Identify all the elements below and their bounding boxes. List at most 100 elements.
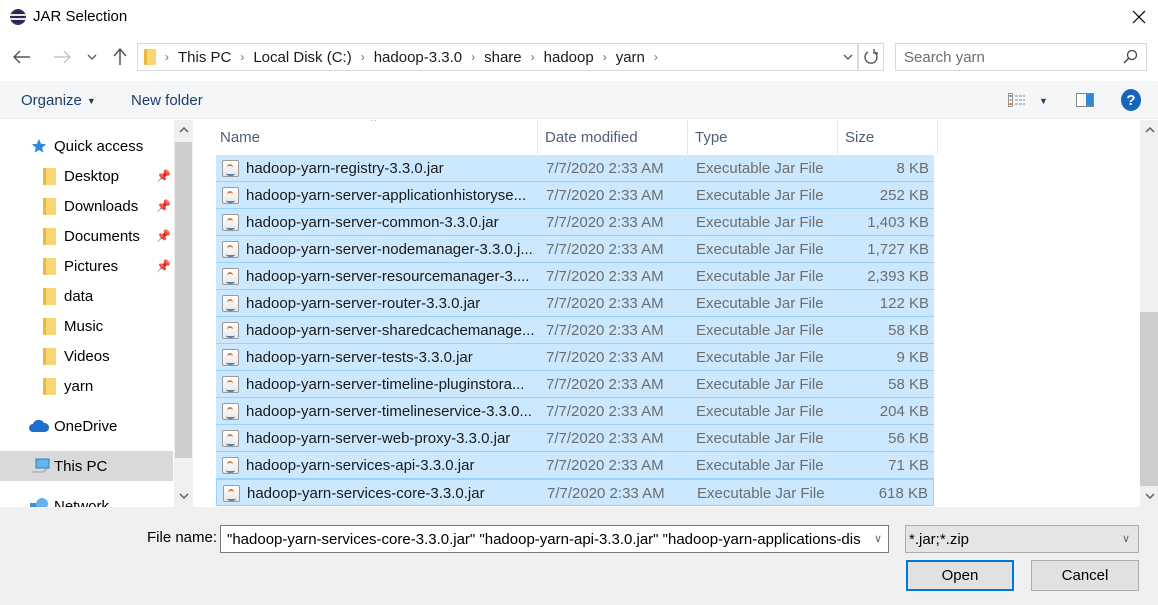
address-history-dropdown[interactable] — [838, 43, 858, 71]
jar-file-icon — [222, 214, 239, 231]
breadcrumb-share[interactable]: share — [484, 49, 522, 66]
file-list: ⌃ Name Date modified Type Size hadoop-ya… — [194, 120, 1140, 507]
pin-icon[interactable]: 📌 — [156, 229, 171, 243]
sidebar-item-onedrive[interactable]: OneDrive — [0, 411, 173, 441]
file-row[interactable]: hadoop-yarn-server-resourcemanager-3....… — [216, 263, 934, 290]
file-type: Executable Jar File — [696, 241, 824, 258]
back-button[interactable] — [8, 44, 36, 70]
breadcrumb-hadoop[interactable]: hadoop — [544, 49, 594, 66]
file-row[interactable]: hadoop-yarn-server-sharedcachemanage... 7… — [216, 317, 934, 344]
file-row[interactable]: hadoop-yarn-server-tests-3.3.0.jar 7/7/20… — [216, 344, 934, 371]
folder-icon — [43, 378, 56, 395]
file-row[interactable]: hadoop-yarn-server-common-3.3.0.jar 7/7/2… — [216, 209, 934, 236]
chevron-right-icon[interactable]: › — [603, 50, 607, 64]
help-icon[interactable]: ? — [1121, 89, 1141, 111]
window-title: JAR Selection — [33, 8, 128, 25]
close-button[interactable] — [1120, 0, 1158, 34]
sidebar-item-network[interactable]: Network — [0, 491, 173, 507]
navigation-pane-scrollbar[interactable] — [174, 120, 193, 507]
sidebar-item-data[interactable]: data — [0, 281, 173, 311]
folder-icon — [144, 49, 156, 65]
chevron-down-icon — [843, 54, 853, 60]
column-header-date-modified[interactable]: Date modified — [538, 120, 688, 154]
file-size: 2,393 KB — [867, 268, 929, 285]
file-size: 71 KB — [888, 457, 929, 474]
videos-folder-icon — [43, 348, 56, 365]
up-button[interactable] — [108, 44, 132, 70]
chevron-right-icon[interactable]: › — [471, 50, 475, 64]
recent-locations-button[interactable] — [84, 44, 100, 70]
sidebar-item-videos[interactable]: Videos — [0, 341, 173, 371]
file-name-input[interactable] — [221, 526, 861, 552]
refresh-button[interactable] — [858, 43, 884, 71]
file-type-filter-select[interactable]: *.jar;*.zip ∨ — [905, 525, 1139, 553]
file-row[interactable]: hadoop-yarn-server-web-proxy-3.3.0.jar 7/… — [216, 425, 934, 452]
file-type-filter-value: *.jar;*.zip — [909, 531, 970, 548]
scroll-down-icon[interactable] — [174, 486, 193, 506]
file-list-scrollbar[interactable] — [1140, 120, 1158, 507]
file-row[interactable]: hadoop-yarn-registry-3.3.0.jar 7/7/2020 2… — [216, 155, 934, 182]
pin-icon[interactable]: 📌 — [156, 199, 171, 213]
scrollbar-thumb[interactable] — [1140, 312, 1158, 486]
chevron-right-icon[interactable]: › — [240, 50, 244, 64]
column-header-size[interactable]: Size — [838, 120, 938, 154]
star-icon — [31, 138, 47, 153]
file-row[interactable]: hadoop-yarn-server-applicationhistoryse.… — [216, 182, 934, 209]
file-type: Executable Jar File — [696, 376, 824, 393]
file-size: 122 KB — [879, 295, 929, 312]
scroll-down-icon[interactable] — [1140, 486, 1158, 506]
pin-icon[interactable]: 📌 — [156, 259, 171, 273]
address-bar[interactable]: › This PC › Local Disk (C:) › hadoop-3.3… — [137, 43, 858, 71]
sidebar-item-documents[interactable]: Documents 📌 — [0, 221, 173, 251]
file-row[interactable]: hadoop-yarn-server-nodemanager-3.3.0.j..… — [216, 236, 934, 263]
file-row[interactable]: hadoop-yarn-services-core-3.3.0.jar 7/7/2… — [216, 479, 934, 506]
cancel-button[interactable]: Cancel — [1031, 560, 1139, 591]
breadcrumb-hadoop-3-3-0[interactable]: hadoop-3.3.0 — [374, 49, 462, 66]
file-row[interactable]: hadoop-yarn-services-api-3.3.0.jar 7/7/20… — [216, 452, 934, 479]
open-button[interactable]: Open — [906, 560, 1014, 591]
chevron-right-icon[interactable]: › — [361, 50, 365, 64]
search-box[interactable] — [895, 43, 1147, 71]
file-name: hadoop-yarn-registry-3.3.0.jar — [246, 160, 444, 177]
file-size: 58 KB — [888, 376, 929, 393]
sidebar-item-yarn[interactable]: yarn — [0, 371, 173, 401]
file-date-modified: 7/7/2020 2:33 AM — [546, 430, 664, 447]
refresh-icon — [864, 49, 878, 64]
sidebar-item-quick-access[interactable]: Quick access — [0, 131, 173, 161]
pin-icon[interactable]: 📌 — [156, 169, 171, 183]
file-name-combobox[interactable]: ∨ — [220, 525, 889, 553]
file-type: Executable Jar File — [696, 457, 824, 474]
sidebar-label: Music — [64, 317, 104, 335]
file-row[interactable]: hadoop-yarn-server-timeline-pluginstora.… — [216, 371, 934, 398]
new-folder-button[interactable]: New folder — [131, 92, 203, 109]
file-date-modified: 7/7/2020 2:33 AM — [546, 160, 664, 177]
sidebar-item-this-pc[interactable]: This PC — [0, 451, 173, 481]
scroll-up-icon[interactable] — [174, 120, 193, 140]
column-header-type[interactable]: Type — [688, 120, 838, 154]
breadcrumb-yarn[interactable]: yarn — [616, 49, 645, 66]
breadcrumb-this-pc[interactable]: This PC — [178, 49, 231, 66]
organize-button[interactable]: Organize ▼ — [21, 92, 96, 109]
arrow-up-icon — [113, 48, 127, 65]
file-row[interactable]: hadoop-yarn-server-router-3.3.0.jar 7/7/2… — [216, 290, 934, 317]
scroll-up-icon[interactable] — [1140, 120, 1158, 140]
sidebar-item-music[interactable]: Music — [0, 311, 173, 341]
preview-pane-icon[interactable] — [1076, 93, 1094, 107]
chevron-right-icon[interactable]: › — [654, 50, 658, 64]
search-input[interactable] — [904, 44, 1114, 70]
scrollbar-thumb[interactable] — [175, 142, 192, 458]
view-options-icon[interactable] — [1008, 93, 1026, 107]
chevron-down-icon[interactable]: ∨ — [874, 532, 882, 545]
sidebar-item-pictures[interactable]: Pictures 📌 — [0, 251, 173, 281]
sidebar-item-downloads[interactable]: Downloads 📌 — [0, 191, 173, 221]
breadcrumb-local-disk[interactable]: Local Disk (C:) — [253, 49, 351, 66]
sidebar-item-desktop[interactable]: Desktop 📌 — [0, 161, 173, 191]
file-row[interactable]: hadoop-yarn-server-timelineservice-3.3.0… — [216, 398, 934, 425]
navigation-bar: › This PC › Local Disk (C:) › hadoop-3.3… — [0, 40, 1158, 74]
sidebar-label: Videos — [64, 347, 110, 365]
chevron-right-icon[interactable]: › — [531, 50, 535, 64]
jar-file-icon — [222, 160, 239, 177]
forward-button[interactable] — [48, 44, 76, 70]
column-header-name[interactable]: Name — [213, 120, 538, 154]
view-dropdown-icon[interactable]: ▼ — [1039, 96, 1048, 106]
